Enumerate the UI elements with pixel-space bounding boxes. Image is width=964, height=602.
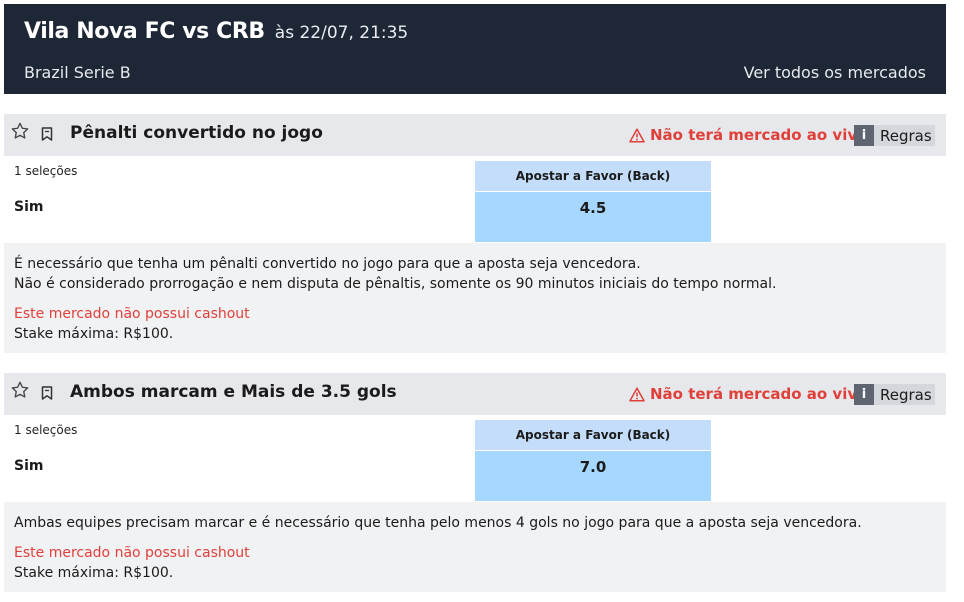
rules-button[interactable]: i Regras [854, 384, 935, 405]
bookmark-icon[interactable] [41, 127, 53, 141]
event-title-row: Vila Nova FC vs CRB às 22/07, 21:35 [24, 19, 408, 44]
description-line: É necessário que tenha um pênalti conver… [14, 256, 641, 272]
odds-value: 7.0 [579, 458, 607, 476]
all-markets-link[interactable]: Ver todos os mercados [744, 63, 926, 82]
selection-count: 1 seleções [14, 423, 78, 437]
no-live-label: Não terá mercado ao vivo [650, 126, 868, 144]
back-odds-button[interactable]: 4.5 [475, 192, 711, 242]
runner-name: Sim [14, 199, 44, 215]
info-icon: i [854, 125, 874, 146]
back-column-header: Apostar a Favor (Back) [475, 161, 711, 191]
market-title: Ambos marcam e Mais de 3.5 gols [70, 382, 397, 402]
market-header: Pênalti convertido no jogo Não terá merc… [4, 114, 946, 156]
no-live-notice: Não terá mercado ao vivo [629, 126, 867, 144]
rules-label: Regras [880, 126, 932, 145]
market-header: Ambos marcam e Mais de 3.5 gols Não terá… [4, 373, 946, 415]
star-outline-icon[interactable] [10, 380, 30, 400]
back-column-header: Apostar a Favor (Back) [475, 420, 711, 450]
match-time: às 22/07, 21:35 [274, 23, 409, 43]
description-line: Ambas equipes precisam marcar e é necess… [14, 515, 862, 531]
market-title: Pênalti convertido no jogo [70, 123, 323, 143]
rules-button[interactable]: i Regras [854, 125, 935, 146]
max-stake: Stake máxima: R$100. [14, 326, 174, 342]
no-live-notice: Não terá mercado ao vivo [629, 385, 867, 403]
market-description: É necessário que tenha um pênalti conver… [4, 243, 946, 353]
max-stake: Stake máxima: R$100. [14, 565, 174, 581]
description-line: Não é considerado prorrogação e nem disp… [14, 276, 777, 292]
event-header: Vila Nova FC vs CRB às 22/07, 21:35 Braz… [4, 4, 946, 94]
info-icon: i [854, 384, 874, 405]
cashout-notice: Este mercado não possui cashout [14, 306, 250, 322]
runner-name: Sim [14, 458, 44, 474]
back-odds-button[interactable]: 7.0 [475, 451, 711, 501]
star-outline-icon[interactable] [10, 121, 30, 141]
market-card: Ambos marcam e Mais de 3.5 gols Não terá… [4, 373, 946, 593]
market-description: Ambas equipes precisam marcar e é necess… [4, 502, 946, 592]
match-title: Vila Nova FC vs CRB [24, 19, 265, 44]
warning-triangle-icon [629, 127, 645, 143]
league-name: Brazil Serie B [24, 63, 131, 82]
warning-triangle-icon [629, 386, 645, 402]
no-live-label: Não terá mercado ao vivo [650, 385, 868, 403]
bookmark-icon[interactable] [41, 386, 53, 400]
rules-label: Regras [880, 385, 932, 404]
odds-value: 4.5 [579, 199, 607, 217]
selection-count: 1 seleções [14, 164, 78, 178]
market-card: Pênalti convertido no jogo Não terá merc… [4, 114, 946, 354]
cashout-notice: Este mercado não possui cashout [14, 545, 250, 561]
